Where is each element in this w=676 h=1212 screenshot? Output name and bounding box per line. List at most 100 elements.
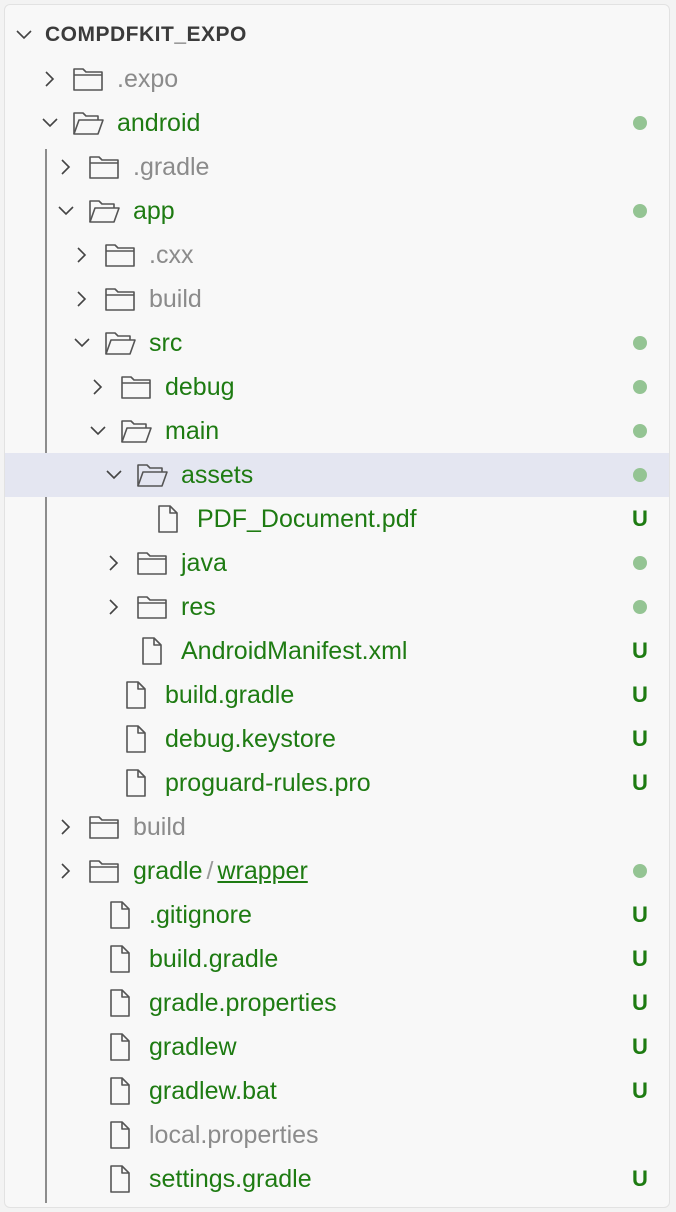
file-row-gradlew-bat[interactable]: gradlew.bat U xyxy=(5,1069,669,1113)
git-modified-dot-icon xyxy=(633,336,647,350)
item-name: build.gradle xyxy=(149,945,279,973)
file-icon xyxy=(103,988,137,1018)
chevron-down-icon[interactable] xyxy=(89,423,106,439)
item-label: src xyxy=(149,321,182,365)
folder-icon xyxy=(87,856,121,886)
file-row-gradle-properties[interactable]: gradle.properties U xyxy=(5,981,669,1025)
item-label: local.properties xyxy=(149,1113,319,1157)
chevron-right-icon[interactable] xyxy=(105,555,121,571)
item-label: debug.keystore xyxy=(165,717,336,761)
chevron-right-icon[interactable] xyxy=(73,247,89,263)
folder-icon xyxy=(119,372,153,402)
git-status-badge: U xyxy=(632,506,648,531)
file-icon xyxy=(119,768,153,798)
folder-row-build[interactable]: build xyxy=(5,277,669,321)
git-status-badge: U xyxy=(632,682,648,707)
item-name: main xyxy=(165,417,220,445)
item-label: build.gradle xyxy=(149,937,278,981)
item-name: debug.keystore xyxy=(165,725,336,753)
file-icon xyxy=(103,900,137,930)
folder-icon xyxy=(71,64,105,94)
git-status-badge: U xyxy=(632,726,648,751)
folder-row-app[interactable]: app xyxy=(5,189,669,233)
folder-open-icon xyxy=(87,196,121,226)
chevron-right-icon[interactable] xyxy=(41,71,57,87)
chevron-right-icon[interactable] xyxy=(89,379,105,395)
folder-row-build[interactable]: build xyxy=(5,805,669,849)
item-label: gradle.properties xyxy=(149,981,337,1025)
git-modified-dot-icon xyxy=(633,600,647,614)
folder-row-cxx[interactable]: .cxx xyxy=(5,233,669,277)
git-modified-dot-icon xyxy=(633,864,647,878)
git-status-badge: U xyxy=(632,1166,648,1191)
item-label: android xyxy=(117,101,200,145)
file-row-build-gradle[interactable]: build.gradle U xyxy=(5,673,669,717)
chevron-down-icon[interactable] xyxy=(41,115,58,131)
folder-row-android[interactable]: android xyxy=(5,101,669,145)
folder-row-res[interactable]: res xyxy=(5,585,669,629)
file-row-proguard-rules-pro[interactable]: proguard-rules.pro U xyxy=(5,761,669,805)
item-label: build.gradle xyxy=(165,673,294,717)
chevron-down-icon[interactable] xyxy=(57,203,74,219)
file-icon xyxy=(103,1164,137,1194)
item-label: assets xyxy=(181,453,253,497)
folder-icon xyxy=(135,592,169,622)
chevron-right-icon[interactable] xyxy=(57,863,73,879)
file-row-settings-gradle[interactable]: settings.gradle U xyxy=(5,1157,669,1201)
folder-row-expo[interactable]: .expo xyxy=(5,57,669,101)
git-status-badge: U xyxy=(632,638,648,663)
file-icon xyxy=(119,680,153,710)
item-name: src xyxy=(149,329,183,357)
folder-row-assets[interactable]: assets xyxy=(5,453,669,497)
item-name: java xyxy=(181,549,227,577)
item-name: settings.gradle xyxy=(149,1165,312,1193)
folder-icon xyxy=(135,548,169,578)
folder-icon xyxy=(87,152,121,182)
item-label: debug xyxy=(165,365,235,409)
file-row-androidmanifest-xml[interactable]: AndroidManifest.xml U xyxy=(5,629,669,673)
chevron-down-icon[interactable] xyxy=(73,335,90,351)
folder-icon xyxy=(103,284,137,314)
item-label: gradlew.bat xyxy=(149,1069,277,1113)
folder-row-debug[interactable]: debug xyxy=(5,365,669,409)
folder-row-gradle[interactable]: .gradle xyxy=(5,145,669,189)
folder-row-main[interactable]: main xyxy=(5,409,669,453)
item-name: build xyxy=(149,285,202,313)
file-row-gitignore[interactable]: .gitignore U xyxy=(5,893,669,937)
file-row-local-properties[interactable]: local.properties xyxy=(5,1113,669,1157)
chevron-right-icon[interactable] xyxy=(57,819,73,835)
folder-open-icon xyxy=(103,328,137,358)
item-label: .expo xyxy=(117,57,178,101)
item-name: gradlew.bat xyxy=(149,1077,277,1105)
folder-row-src[interactable]: src xyxy=(5,321,669,365)
item-label: .cxx xyxy=(149,233,193,277)
file-row-debug-keystore[interactable]: debug.keystore U xyxy=(5,717,669,761)
git-status-badge: U xyxy=(632,1078,648,1103)
chevron-right-icon[interactable] xyxy=(73,291,89,307)
file-row-build-gradle[interactable]: build.gradle U xyxy=(5,937,669,981)
chevron-right-icon[interactable] xyxy=(105,599,121,615)
chevron-down-icon xyxy=(15,27,32,43)
item-name: app xyxy=(133,197,175,225)
compact-folder-segment[interactable]: wrapper xyxy=(217,857,307,885)
chevron-down-icon[interactable] xyxy=(105,467,122,483)
item-name: gradlew xyxy=(149,1033,237,1061)
item-name: local.properties xyxy=(149,1121,319,1149)
file-icon xyxy=(103,1120,137,1150)
folder-row-java[interactable]: java xyxy=(5,541,669,585)
file-row-pdf-document-pdf[interactable]: PDF_Document.pdf U xyxy=(5,497,669,541)
git-modified-dot-icon xyxy=(633,556,647,570)
file-icon xyxy=(103,1032,137,1062)
folder-row-gradle-wrapper[interactable]: gradle / wrapper xyxy=(5,849,669,893)
file-row-gradlew[interactable]: gradlew U xyxy=(5,1025,669,1069)
item-label: AndroidManifest.xml xyxy=(181,629,407,673)
item-label: gradlew xyxy=(149,1025,237,1069)
folder-open-icon xyxy=(135,460,169,490)
item-label: build xyxy=(149,277,202,321)
chevron-right-icon[interactable] xyxy=(57,159,73,175)
folder-open-icon xyxy=(71,108,105,138)
root-folder-row[interactable]: COMPDFKIT_EXPO xyxy=(5,13,669,57)
item-name: proguard-rules.pro xyxy=(165,769,371,797)
git-modified-dot-icon xyxy=(633,380,647,394)
item-label: settings.gradle xyxy=(149,1157,312,1201)
